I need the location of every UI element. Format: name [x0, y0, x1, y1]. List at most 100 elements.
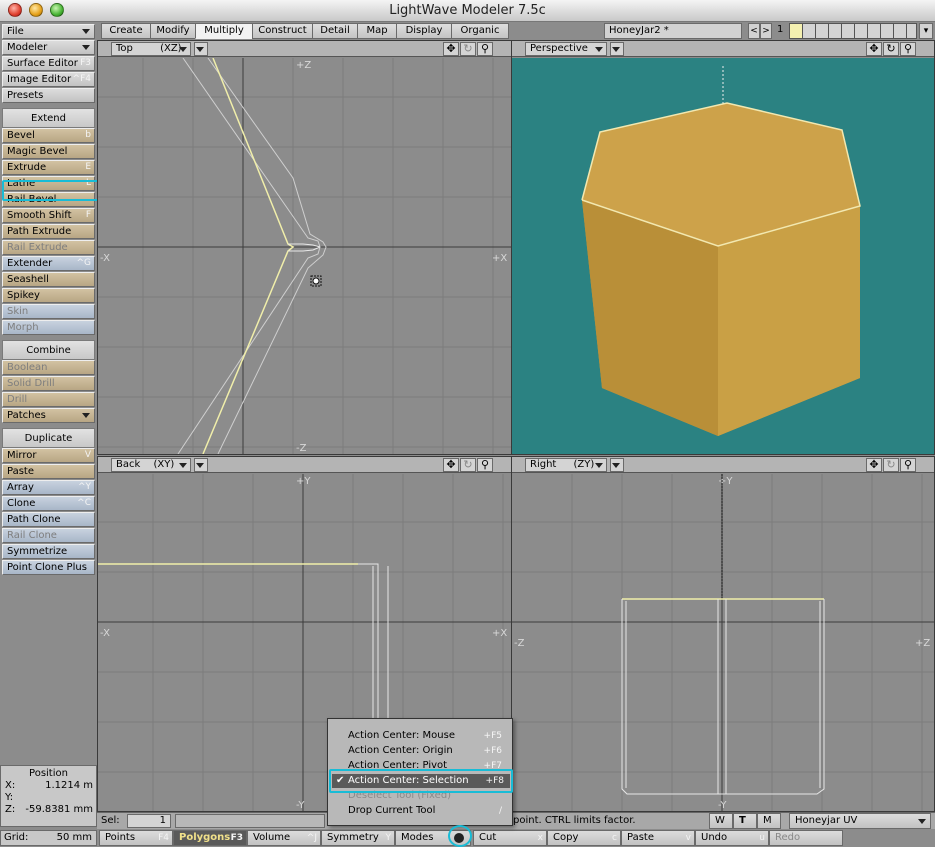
tab-construct[interactable]: Construct [252, 23, 313, 39]
layer-bank-buttons[interactable] [789, 23, 917, 39]
zoom-view-icon[interactable]: ⚲ [900, 42, 916, 56]
prev-layer-button[interactable]: < [748, 23, 760, 39]
chevron-down-icon [179, 47, 187, 52]
modes-button-highlight [448, 825, 472, 847]
extender-button[interactable]: Extender ^G [2, 256, 95, 271]
volume-mode-button[interactable]: Volume ^J [247, 830, 321, 846]
surface-editor-button[interactable]: Surface Editor F3 [2, 56, 95, 71]
tab-modify[interactable]: Modify [150, 23, 196, 39]
move-view-icon[interactable]: ✥ [443, 458, 459, 472]
rail-clone-button[interactable]: Rail Clone [2, 528, 95, 543]
vertex-map-select[interactable]: Honeyjar UV [789, 813, 931, 829]
view-type-select[interactable]: Top (XZ) [111, 42, 191, 56]
rail-extrude-button[interactable]: Rail Extrude [2, 240, 95, 255]
path-extrude-button[interactable]: Path Extrude [2, 224, 95, 239]
render-style-select[interactable] [194, 458, 208, 472]
viewport-right[interactable]: Right (ZY) ✥ ↻ ⚲ +Y -Y -Z +Z [511, 456, 935, 812]
extrude-button[interactable]: Extrude E [2, 160, 95, 175]
image-editor-button[interactable]: Image Editor ^F4 [2, 72, 95, 87]
texture-map-button[interactable]: T [733, 813, 757, 829]
menu-item-action-center-origin[interactable]: Action Center: Origin +F6 [348, 744, 508, 758]
viewport-perspective[interactable]: Perspective ✥ ↻ ⚲ [511, 40, 935, 455]
morph-button[interactable]: Morph [2, 320, 95, 335]
redo-button[interactable]: Redo [769, 830, 843, 846]
tab-map[interactable]: Map [357, 23, 397, 39]
tool-label: Smooth Shift [7, 210, 72, 221]
undo-button[interactable]: Undo u [695, 830, 769, 846]
layer-menu-button[interactable]: ▾ [919, 23, 933, 39]
shortcut-label: ^G [76, 258, 91, 268]
menu-item-action-center-mouse[interactable]: Action Center: Mouse +F5 [348, 729, 508, 743]
tab-multiply[interactable]: Multiply [195, 23, 253, 39]
rotate-view-icon[interactable]: ↻ [883, 458, 899, 472]
tool-label: Drill [7, 394, 28, 405]
viewport-top[interactable]: Top (XZ) ✥ ↻ ⚲ +Z -Z -X +X [97, 40, 512, 455]
tab-organic[interactable]: Organic [451, 23, 509, 39]
weight-map-button[interactable]: W [709, 813, 733, 829]
render-style-select[interactable] [610, 42, 624, 56]
smooth-shift-button[interactable]: Smooth Shift F [2, 208, 95, 223]
point-clone-plus-button[interactable]: Point Clone Plus [2, 560, 95, 575]
next-layer-button[interactable]: > [760, 23, 772, 39]
perspective-canvas[interactable] [512, 58, 934, 454]
path-clone-button[interactable]: Path Clone [2, 512, 95, 527]
points-mode-button[interactable]: Points F4 [99, 830, 173, 846]
move-view-icon[interactable]: ✥ [443, 42, 459, 56]
polygons-mode-button[interactable]: Polygons F3 [173, 830, 247, 846]
magic-bevel-button[interactable]: Magic Bevel [2, 144, 95, 159]
cut-button[interactable]: Cut x [473, 830, 547, 846]
z-value: -59.8381 mm [25, 804, 93, 815]
move-view-icon[interactable]: ✥ [866, 42, 882, 56]
drill-button[interactable]: Drill [2, 392, 95, 407]
zoom-view-icon[interactable]: ⚲ [477, 42, 493, 56]
symmetry-button[interactable]: Symmetry Y [321, 830, 395, 846]
view-label: Perspective [530, 43, 588, 54]
tab-display[interactable]: Display [396, 23, 452, 39]
status-field [175, 814, 325, 828]
bevel-button[interactable]: Bevel b [2, 128, 95, 143]
viewport-canvas[interactable]: +Y -Y -Z +Z [512, 474, 934, 811]
file-menu-button[interactable]: File [2, 24, 95, 39]
seashell-button[interactable]: Seashell [2, 272, 95, 287]
boolean-button[interactable]: Boolean [2, 360, 95, 375]
position-panel: Position X: 1.1214 m Y: Z: -59.8381 mm [0, 765, 97, 827]
render-style-select[interactable] [610, 458, 624, 472]
tab-detail[interactable]: Detail [312, 23, 358, 39]
view-type-select[interactable]: Back (XY) [111, 458, 191, 472]
left-toolbar: File Modeler Surface Editor F3 Image Edit… [0, 23, 97, 765]
clone-button[interactable]: Clone ^C [2, 496, 95, 511]
axis-plus-h-label: +Z [915, 638, 930, 649]
tool-label: Rail Extrude [7, 242, 68, 253]
view-type-select[interactable]: Perspective [525, 42, 607, 56]
paste-button[interactable]: Paste v [621, 830, 695, 846]
copy-button[interactable]: Copy c [547, 830, 621, 846]
zoom-view-icon[interactable]: ⚲ [477, 458, 493, 472]
jar-front-outline [621, 598, 825, 795]
rotate-view-icon[interactable]: ↻ [883, 42, 899, 56]
paste-tool-button[interactable]: Paste [2, 464, 95, 479]
render-style-select[interactable] [194, 42, 208, 56]
presets-button[interactable]: Presets [2, 88, 95, 103]
z-label: Z: [5, 804, 16, 815]
zoom-view-icon[interactable]: ⚲ [900, 458, 916, 472]
window-title: LightWave Modeler 7.5c [389, 3, 546, 18]
tool-label: Rail Clone [7, 530, 57, 541]
modeler-menu-button[interactable]: Modeler [2, 40, 95, 55]
array-button[interactable]: Array ^Y [2, 480, 95, 495]
menu-item-drop-current-tool[interactable]: Drop Current Tool / [348, 804, 508, 818]
morph-map-button[interactable]: M [757, 813, 781, 829]
view-type-select[interactable]: Right (ZY) [525, 458, 607, 472]
axis-minus-v-label: -Y [296, 800, 305, 811]
tab-create[interactable]: Create [101, 23, 151, 39]
spikey-button[interactable]: Spikey [2, 288, 95, 303]
rotate-view-icon[interactable]: ↻ [460, 458, 476, 472]
move-view-icon[interactable]: ✥ [866, 458, 882, 472]
symmetrize-button[interactable]: Symmetrize [2, 544, 95, 559]
viewport-canvas[interactable]: +Z -Z -X +X [98, 58, 511, 454]
mirror-button[interactable]: Mirror V [2, 448, 95, 463]
rotate-view-icon[interactable]: ↻ [460, 42, 476, 56]
solid-drill-button[interactable]: Solid Drill [2, 376, 95, 391]
skin-button[interactable]: Skin [2, 304, 95, 319]
patches-button[interactable]: Patches [2, 408, 95, 423]
object-selector[interactable]: HoneyJar2 * [604, 23, 742, 39]
